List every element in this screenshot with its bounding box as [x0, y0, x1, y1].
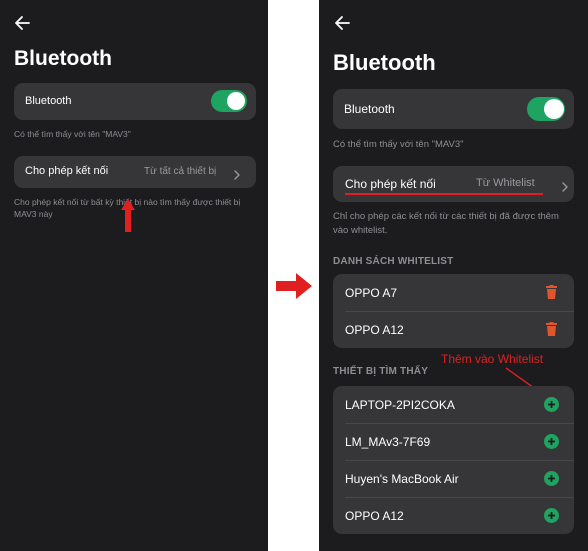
visible-as-text: Có thể tìm thấy với tên "MAV3"	[14, 129, 131, 139]
trash-icon[interactable]	[546, 322, 557, 341]
allow-connection-label: Cho phép kết nối	[25, 165, 109, 177]
device-name: OPPO A7	[345, 286, 398, 300]
whitelist-list: OPPO A7 OPPO A12	[333, 274, 574, 348]
red-underline	[345, 193, 543, 195]
visible-as-text: Có thể tìm thấy với tên "MAV3"	[333, 139, 464, 150]
whitelist-section-header: DANH SÁCH WHITELIST	[333, 256, 454, 267]
toggle-knob	[544, 99, 564, 119]
device-name: LM_MAv3-7F69	[345, 435, 431, 449]
chevron-right-icon	[562, 179, 568, 197]
page-title: Bluetooth	[333, 50, 436, 75]
allow-connection-row[interactable]: Cho phép kết nối Từ Whitelist	[333, 166, 574, 202]
found-devices-list: LAPTOP-2PI2COKA LM_MAv3-7F69 Huyen's Mac…	[333, 386, 574, 534]
back-arrow-icon[interactable]	[14, 15, 30, 31]
back-arrow-icon[interactable]	[334, 15, 350, 31]
add-circle-icon[interactable]	[544, 434, 559, 454]
list-item[interactable]: OPPO A7	[333, 274, 574, 311]
device-name: OPPO A12	[345, 509, 404, 523]
allow-connection-value: Từ tất cả thiết bị	[144, 166, 217, 177]
left-settings-screen: Bluetooth Bluetooth Có thể tìm thấy với …	[0, 0, 268, 551]
allow-connection-label: Cho phép kết nối	[345, 177, 436, 191]
device-name: LAPTOP-2PI2COKA	[345, 398, 455, 412]
list-item[interactable]: OPPO A12	[333, 311, 574, 348]
trash-icon[interactable]	[546, 285, 557, 304]
add-circle-icon[interactable]	[544, 471, 559, 491]
allow-connection-hint: Chỉ cho phép các kết nối từ các thiết bị…	[333, 211, 559, 236]
list-item[interactable]: Huyen's MacBook Air	[333, 460, 574, 497]
bluetooth-toggle[interactable]	[527, 97, 565, 121]
bluetooth-toggle-row[interactable]: Bluetooth	[14, 83, 256, 120]
right-arrow-icon	[276, 273, 312, 304]
page-title: Bluetooth	[14, 47, 112, 70]
red-up-arrow-icon	[121, 199, 135, 237]
list-item[interactable]: LAPTOP-2PI2COKA	[333, 386, 574, 423]
found-devices-section-header: THIẾT BỊ TÌM THẤY	[333, 366, 429, 377]
chevron-right-icon	[234, 167, 240, 185]
add-circle-icon[interactable]	[544, 397, 559, 417]
list-item[interactable]: OPPO A12	[333, 497, 574, 534]
allow-connection-value: Từ Whitelist	[476, 177, 535, 189]
allow-connection-row[interactable]: Cho phép kết nối Từ tất cả thiết bị	[14, 156, 256, 188]
bluetooth-toggle[interactable]	[211, 90, 247, 112]
bluetooth-label: Bluetooth	[344, 102, 395, 116]
device-name: OPPO A12	[345, 323, 404, 337]
right-settings-screen: Bluetooth Bluetooth Có thể tìm thấy với …	[319, 0, 588, 551]
bluetooth-toggle-row[interactable]: Bluetooth	[333, 89, 574, 129]
list-item[interactable]: LM_MAv3-7F69	[333, 423, 574, 460]
add-to-whitelist-annotation: Thêm vào Whitelist	[441, 352, 544, 366]
bluetooth-label: Bluetooth	[25, 95, 72, 107]
toggle-knob	[227, 92, 245, 110]
device-name: Huyen's MacBook Air	[345, 472, 459, 486]
add-circle-icon[interactable]	[544, 508, 559, 528]
